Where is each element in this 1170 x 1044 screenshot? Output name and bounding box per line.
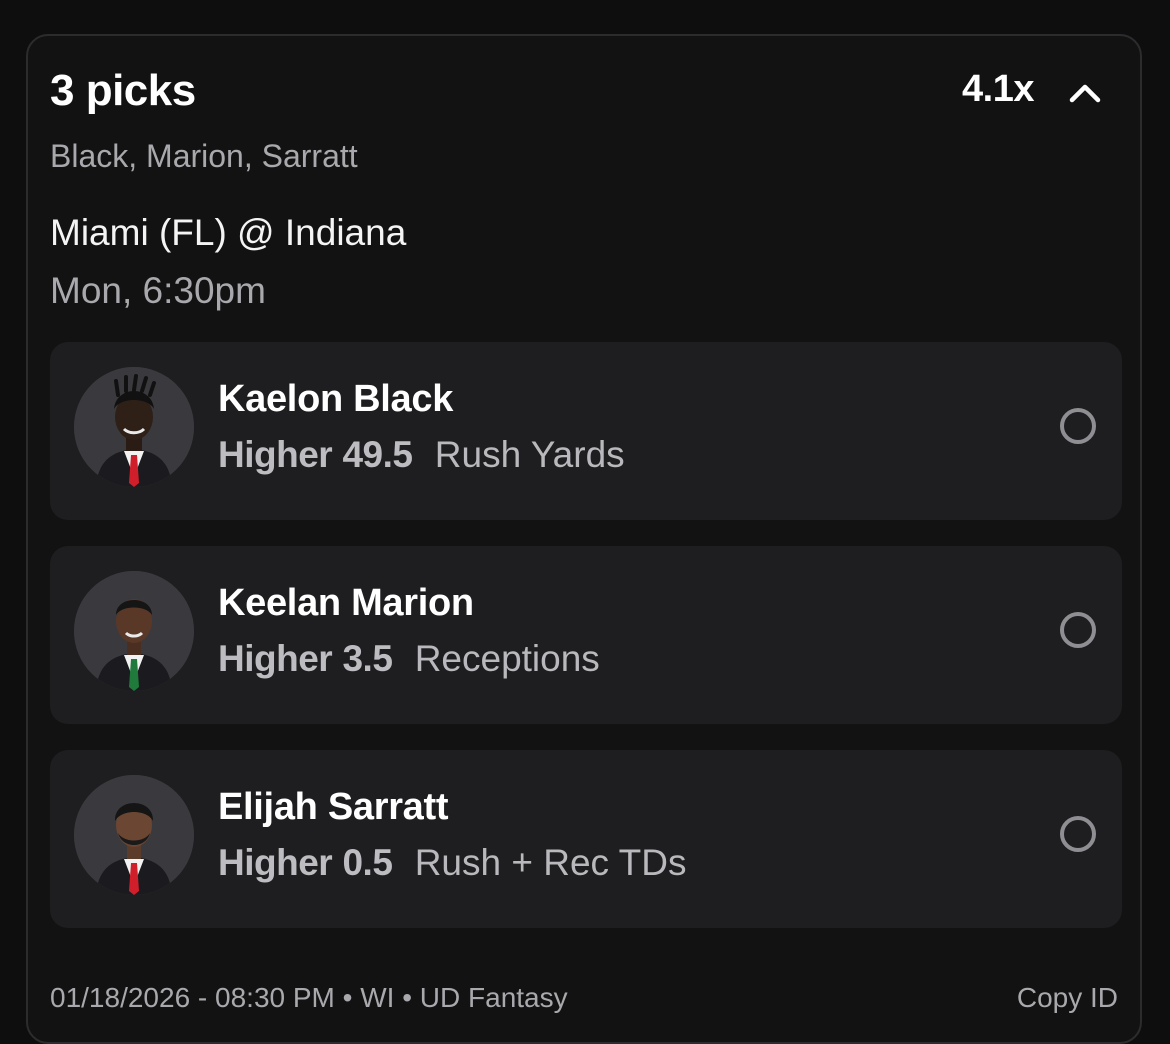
pick-direction: Higher	[218, 434, 333, 475]
pick-stat-type: Rush + Rec TDs	[414, 842, 687, 883]
players-summary: Black, Marion, Sarratt	[50, 138, 358, 174]
pick-projection: Higher 3.5 Receptions	[218, 638, 600, 680]
card-header: 3 picks 4.1x	[50, 64, 1118, 120]
pick-projection: Higher 0.5 Rush + Rec TDs	[218, 842, 686, 884]
pick-stat-type: Rush Yards	[434, 434, 625, 475]
pick-row[interactable]: Kaelon Black Higher 49.5 Rush Yards	[50, 342, 1122, 520]
player-name: Elijah Sarratt	[218, 786, 449, 828]
pick-direction: Higher	[218, 842, 333, 883]
pick-list: Kaelon Black Higher 49.5 Rush Yards Keel…	[50, 342, 1122, 954]
pick-row[interactable]: Keelan Marion Higher 3.5 Receptions	[50, 546, 1122, 724]
pick-line-value: 3.5	[342, 638, 393, 679]
pick-card: 3 picks 4.1x Black, Marion, Sarratt Miam…	[26, 34, 1142, 1044]
player-name: Keelan Marion	[218, 582, 474, 624]
copy-id-link[interactable]: Copy ID	[1017, 982, 1118, 1014]
player-name: Kaelon Black	[218, 378, 454, 420]
pick-projection: Higher 49.5 Rush Yards	[218, 434, 625, 476]
picks-count-title: 3 picks	[50, 66, 196, 115]
game-matchup: Miami (FL) @ Indiana	[50, 212, 407, 253]
avatar	[74, 775, 194, 895]
collapse-button[interactable]	[1062, 70, 1108, 116]
chevron-up-icon	[1069, 84, 1101, 103]
game-time: Mon, 6:30pm	[50, 270, 266, 311]
entry-meta: 01/18/2026 - 08:30 PM • WI • UD Fantasy	[50, 982, 568, 1013]
pick-direction: Higher	[218, 638, 333, 679]
pick-line-value: 0.5	[342, 842, 393, 883]
pick-stat-type: Receptions	[414, 638, 600, 679]
radio-circle-icon[interactable]	[1060, 612, 1096, 648]
payout-multiplier: 4.1x	[962, 68, 1034, 110]
radio-circle-icon[interactable]	[1060, 816, 1096, 852]
pick-row[interactable]: Elijah Sarratt Higher 0.5 Rush + Rec TDs	[50, 750, 1122, 928]
radio-circle-icon[interactable]	[1060, 408, 1096, 444]
avatar	[74, 571, 194, 691]
avatar	[74, 367, 194, 487]
pick-line-value: 49.5	[342, 434, 413, 475]
